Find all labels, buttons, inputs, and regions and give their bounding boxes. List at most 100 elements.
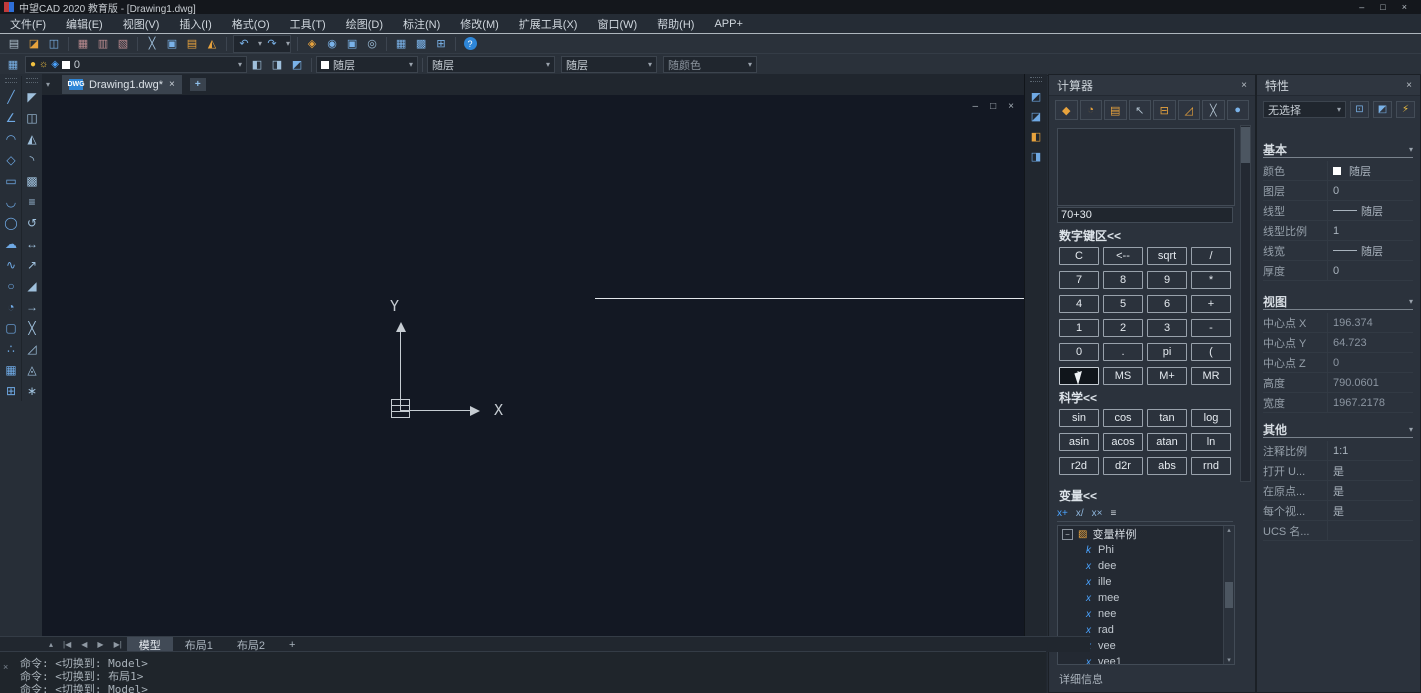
calc-key-atan[interactable]: atan (1147, 433, 1187, 451)
command-window[interactable]: × 命令: <切换到: Model> 命令: <切换到: 布局1> 命令: <切… (0, 651, 1046, 693)
clear-history-icon[interactable]: ◔ (1080, 100, 1103, 120)
explode-tool[interactable]: ∗ (23, 380, 41, 401)
calc-key-asin[interactable]: asin (1059, 433, 1099, 451)
toolbar-grip[interactable] (5, 78, 17, 83)
calc-key-r2d[interactable]: r2d (1059, 457, 1099, 475)
send-to-back-icon[interactable]: ◪ (1027, 106, 1045, 126)
scroll-down-icon[interactable]: ▾ (1227, 656, 1231, 664)
arc-3-point-tool[interactable]: ◡ (2, 191, 20, 212)
calc-help-icon[interactable]: ● (1227, 100, 1250, 120)
prev-tab-icon[interactable]: ◀ (76, 640, 92, 649)
toggle-pickadd-icon[interactable]: ⊡ (1350, 101, 1369, 118)
close-document-icon[interactable]: × (169, 79, 175, 90)
get-coordinates-icon[interactable]: ↖ (1129, 100, 1152, 120)
calc-key-3[interactable]: 3 (1147, 319, 1187, 337)
paste-icon[interactable]: ▤ (182, 36, 202, 52)
prop-row-center-z[interactable]: 中心点 Z 0 (1263, 353, 1413, 373)
calc-key-log[interactable]: log (1191, 409, 1231, 427)
variables-section-label[interactable]: 变量<< (1059, 487, 1097, 504)
undo-icon[interactable]: ↶ (234, 36, 254, 52)
calc-key-1[interactable]: 1 (1059, 319, 1099, 337)
polyline-tool[interactable]: ∠ (2, 107, 20, 128)
menu-item-modify[interactable]: 修改(M) (450, 16, 509, 32)
layer-properties-icon[interactable]: ▦ (391, 36, 411, 52)
menu-item-dimension[interactable]: 标注(N) (393, 16, 450, 32)
rectangle-tool[interactable]: ▭ (2, 170, 20, 191)
calc-key-ln[interactable]: ln (1191, 433, 1231, 451)
chamfer-tool[interactable]: ◿ (23, 338, 41, 359)
undo-dropdown-icon[interactable]: ▾ (254, 39, 262, 48)
prop-row-ucs-icon-on[interactable]: 打开 U... 是 (1263, 461, 1413, 481)
menu-item-file[interactable]: 文件(F) (0, 16, 56, 32)
calculator-scrollbar[interactable] (1240, 125, 1251, 482)
fillet-tool[interactable]: ◝ (23, 149, 41, 170)
calculator-footer[interactable]: 详细信息 (1059, 671, 1103, 687)
paste-to-commandline-icon[interactable]: ▤ (1104, 100, 1127, 120)
linetype-dropdown[interactable]: 随层 ▾ (427, 56, 555, 73)
mdi-close-icon[interactable]: × (1008, 101, 1014, 112)
pan-icon[interactable]: ◈ (302, 36, 322, 52)
restore-icon[interactable]: □ (1380, 2, 1385, 12)
ellipse-tool[interactable]: ○ (2, 275, 20, 296)
section-other[interactable]: 其他 ▾ (1263, 421, 1413, 438)
calc-key-sqrt[interactable]: sqrt (1147, 247, 1187, 265)
prop-row-center-x[interactable]: 中心点 X 196.374 (1263, 313, 1413, 333)
rotate-tool[interactable]: ↺ (23, 212, 41, 233)
polyline-edit-tool[interactable]: ◬ (23, 359, 41, 380)
calc-key-backspace[interactable]: <-- (1103, 247, 1143, 265)
calculator-input[interactable] (1057, 207, 1233, 223)
next-tab-icon[interactable]: ▶ (92, 640, 108, 649)
angle-icon[interactable]: ◿ (1178, 100, 1201, 120)
toolbar-grip[interactable] (26, 78, 38, 83)
menu-item-view[interactable]: 视图(V) (113, 16, 170, 32)
menu-item-help[interactable]: 帮助(H) (647, 16, 704, 32)
variable-details-icon[interactable]: ≡ (1110, 508, 1116, 519)
extend-tool[interactable]: → (23, 296, 41, 317)
prop-row-thickness[interactable]: 厚度 0 (1263, 261, 1413, 281)
cut-icon[interactable]: ╳ (142, 36, 162, 52)
copy-icon[interactable]: ▣ (162, 36, 182, 52)
tab-list-caret-icon[interactable]: ▾ (46, 80, 50, 89)
line-tool[interactable]: ╱ (2, 86, 20, 107)
layer-states-icon[interactable]: ▩ (411, 36, 431, 52)
numpad-section-label[interactable]: 数字键区<< (1059, 227, 1121, 244)
calc-key-minus[interactable]: - (1191, 319, 1231, 337)
selection-dropdown[interactable]: 无选择 ▾ (1263, 101, 1346, 118)
prop-row-ucs-per-viewport[interactable]: 每个视... 是 (1263, 501, 1413, 521)
scroll-up-icon[interactable]: ▴ (1227, 526, 1231, 534)
move-tool[interactable]: ↔ (23, 233, 41, 254)
lineweight-dropdown[interactable]: 随层 ▾ (561, 56, 657, 73)
break-tool[interactable]: ╳ (23, 317, 41, 338)
delete-variable-icon[interactable]: x× (1092, 508, 1103, 519)
clear-icon[interactable]: ◆ (1055, 100, 1078, 120)
first-tab-icon[interactable]: |◀ (58, 640, 76, 649)
properties-close-icon[interactable]: × (1406, 80, 1412, 91)
prop-row-color[interactable]: 颜色 随层 (1263, 161, 1413, 181)
send-below-icon[interactable]: ◨ (1027, 146, 1045, 166)
new-file-icon[interactable]: ▤ (4, 36, 24, 52)
open-file-icon[interactable]: ◪ (24, 36, 44, 52)
calc-key-memory-store[interactable]: MS (1103, 367, 1143, 385)
layer-dropdown[interactable]: ● ☼ ◈ 0 ▾ (25, 56, 247, 73)
tab-model[interactable]: 模型 (127, 637, 173, 652)
scroll-thumb[interactable] (1225, 582, 1233, 608)
menu-item-format[interactable]: 格式(O) (222, 16, 280, 32)
revision-cloud-tool[interactable]: ☁ (2, 233, 20, 254)
bring-above-icon[interactable]: ◧ (1027, 126, 1045, 146)
collapse-icon[interactable]: − (1062, 529, 1073, 540)
bring-to-front-icon[interactable]: ◩ (1027, 86, 1045, 106)
toolbar-grip[interactable] (1030, 77, 1042, 82)
point-tool[interactable]: ∴ (2, 338, 20, 359)
variable-item-mee[interactable]: x mee (1058, 590, 1234, 606)
layer-translate-icon[interactable]: ◩ (287, 57, 307, 73)
viewports-icon[interactable]: ⊞ (431, 36, 451, 52)
calc-key-acos[interactable]: acos (1103, 433, 1143, 451)
color-dropdown[interactable]: 随层 ▾ (316, 56, 418, 73)
menu-item-draw[interactable]: 绘图(D) (336, 16, 393, 32)
erase-tool[interactable]: ◤ (23, 86, 41, 107)
calc-key-0[interactable]: 0 (1059, 343, 1099, 361)
select-objects-icon[interactable]: ◩ (1373, 101, 1392, 118)
variable-item-dee[interactable]: x dee (1058, 558, 1234, 574)
calculator-close-icon[interactable]: × (1241, 80, 1247, 91)
calc-key-abs[interactable]: abs (1147, 457, 1187, 475)
